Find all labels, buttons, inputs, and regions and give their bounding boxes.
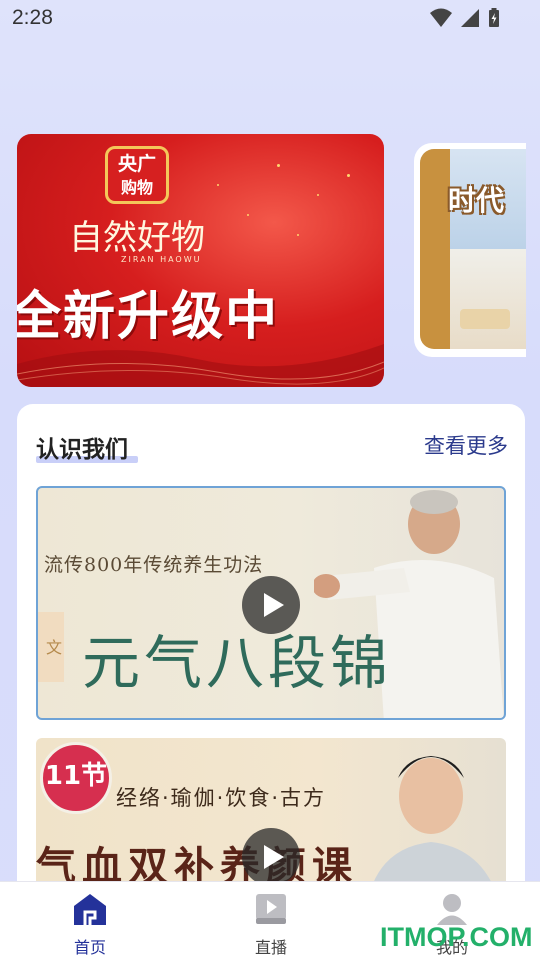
- banner-main[interactable]: 央广 购物 自然好物 ZIRAN HAOWU 全新升级中: [17, 134, 384, 387]
- brand-logo: 央广 购物: [105, 146, 169, 204]
- user-icon: [437, 894, 467, 925]
- video-title: 元气八段锦: [82, 629, 393, 697]
- section-title: 认识我们: [36, 437, 128, 463]
- status-icons: [430, 8, 500, 28]
- logo-line2: 购物: [120, 178, 153, 197]
- video-card-baduanjin[interactable]: 流传800年传统养生功法 文 元气八段锦: [36, 486, 506, 720]
- watermark: ITMOP.COM: [380, 922, 533, 952]
- wifi-icon: [430, 8, 452, 27]
- see-more-link[interactable]: 查看更多: [424, 430, 508, 460]
- nav-item-live[interactable]: 直播: [226, 892, 316, 958]
- banner-subtitle-pinyin: ZIRAN HAOWU: [121, 255, 202, 264]
- banner-next[interactable]: 时代: [414, 143, 526, 357]
- logo-line1: 央广: [117, 153, 156, 175]
- video-subtitle: 流传800年传统养生功法: [44, 554, 264, 576]
- status-bar: 2:28: [0, 0, 540, 40]
- play-button[interactable]: [242, 828, 300, 886]
- lesson-count-badge: 11节: [40, 742, 112, 814]
- nav-label-home: 首页: [73, 938, 106, 957]
- signal-icon: [461, 9, 479, 27]
- nav-label-live: 直播: [254, 938, 287, 957]
- about-us-card: 认识我们 查看更多 流传800年传统养生功法 文 元气八段锦 11节 经络·瑜伽…: [17, 404, 525, 924]
- battery-icon: [489, 8, 499, 27]
- nav-item-home[interactable]: 首页: [45, 892, 135, 958]
- banner-next-image: 时代: [420, 149, 526, 349]
- play-book-icon: [256, 894, 286, 924]
- status-time: 2:28: [12, 6, 53, 29]
- home-icon: [74, 894, 106, 925]
- video-subtitle: 经络·瑜伽·饮食·古方: [116, 786, 327, 810]
- video-seal: 文: [38, 612, 64, 682]
- banner-wave-decoration: [17, 344, 384, 387]
- banner-subtitle: 自然好物: [69, 218, 205, 258]
- play-button[interactable]: [242, 576, 300, 634]
- banner-next-headline: 时代: [448, 184, 505, 217]
